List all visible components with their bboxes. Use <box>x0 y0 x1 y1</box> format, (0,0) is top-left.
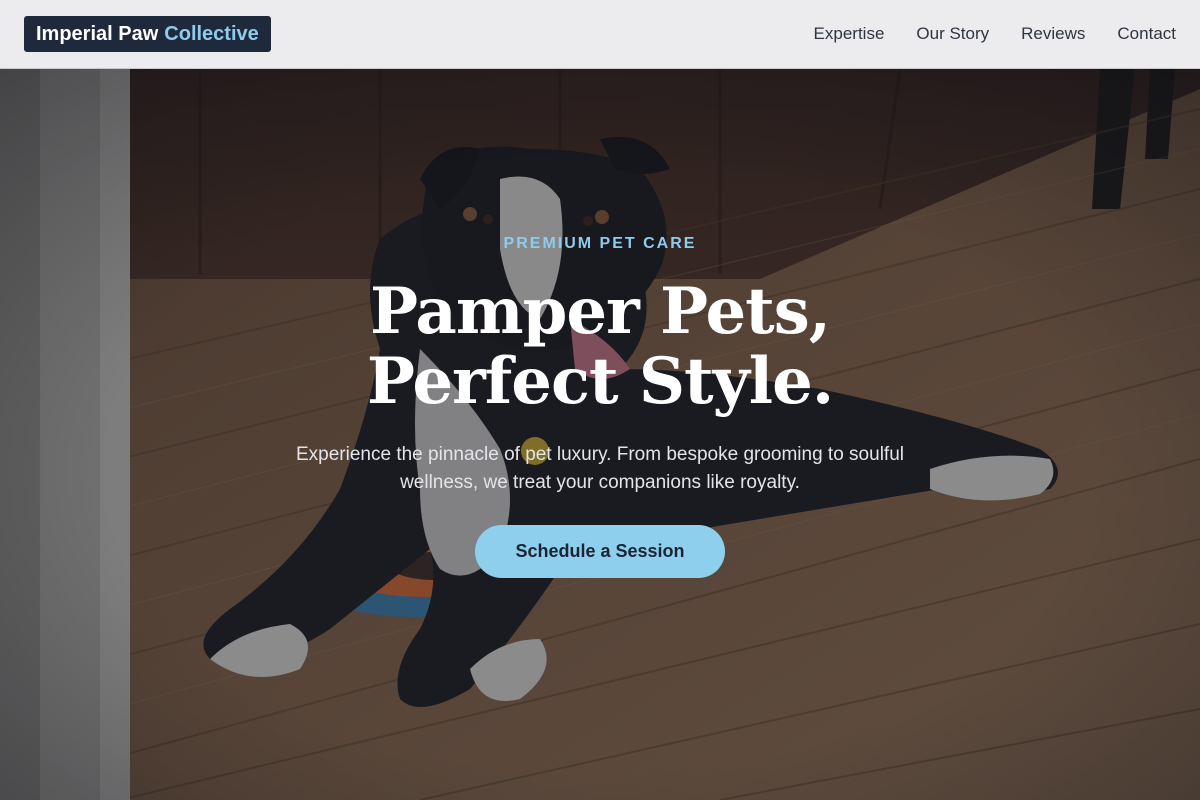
hero-content: PREMIUM PET CARE Pamper Pets, Perfect St… <box>0 69 1200 800</box>
headline-line-1: Pamper Pets, <box>369 274 831 349</box>
hero-section: PREMIUM PET CARE Pamper Pets, Perfect St… <box>0 69 1200 800</box>
hero-subtext: Experience the pinnacle of pet luxury. F… <box>296 444 904 493</box>
main-nav: Expertise Our Story Reviews Contact <box>814 0 1176 68</box>
logo-text-accent: Collective <box>164 22 259 45</box>
logo-text-main: Imperial Paw <box>36 22 159 45</box>
site-header: Imperial Paw Collective Expertise Our St… <box>0 0 1200 69</box>
schedule-session-button[interactable]: Schedule a Session <box>475 525 725 578</box>
hero-headline: Pamper Pets, Perfect Style. <box>0 277 1200 417</box>
nav-link-our-story[interactable]: Our Story <box>916 24 989 44</box>
nav-link-expertise[interactable]: Expertise <box>814 24 885 44</box>
hero-eyebrow: PREMIUM PET CARE <box>503 235 697 252</box>
nav-link-contact[interactable]: Contact <box>1117 24 1176 44</box>
headline-line-2: Perfect Style. <box>366 344 834 419</box>
nav-link-reviews[interactable]: Reviews <box>1021 24 1085 44</box>
brand-logo[interactable]: Imperial Paw Collective <box>24 16 271 52</box>
